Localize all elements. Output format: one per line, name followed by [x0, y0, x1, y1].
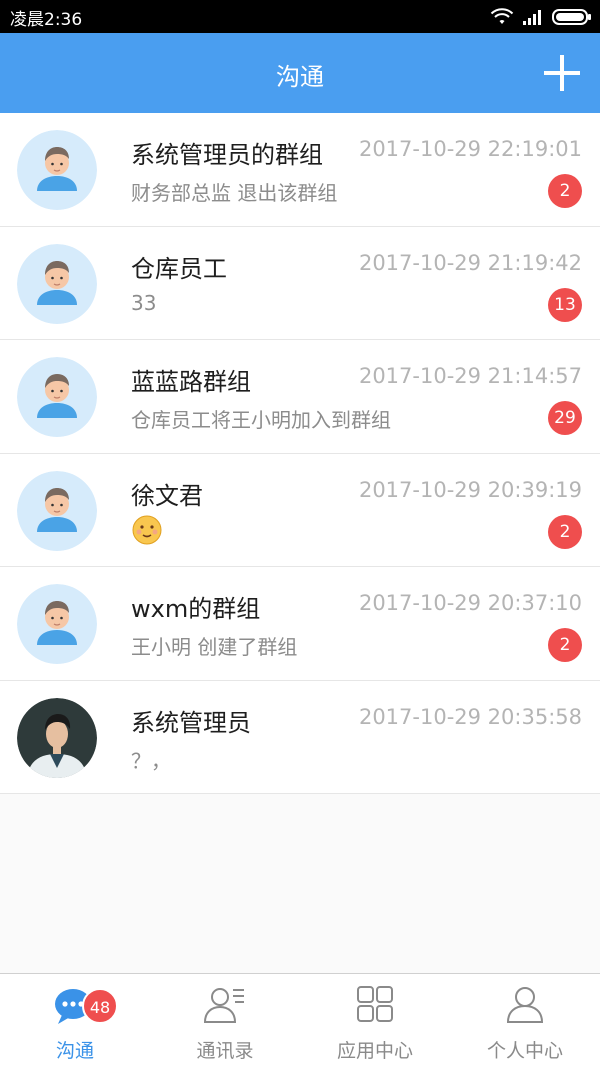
tab-chat[interactable]: 48 沟通 — [0, 974, 150, 1067]
avatar — [17, 584, 97, 664]
conversation-item[interactable]: wxm的群组 2017-10-29 20:37:10 王小明 创建了群组 2 — [0, 567, 600, 681]
signal-icon — [523, 10, 541, 25]
conversation-time: 2017-10-29 21:19:42 — [358, 250, 582, 275]
unread-badge: 2 — [548, 174, 582, 208]
add-button[interactable] — [542, 53, 582, 93]
conversation-time: 2017-10-29 20:39:19 — [358, 477, 582, 502]
conversation-name: 系统管理员 — [131, 708, 251, 737]
tab-contacts[interactable]: 通讯录 — [150, 974, 300, 1067]
conversation-preview: 王小明 创建了群组 — [131, 635, 298, 659]
emoji-icon — [132, 515, 162, 544]
tab-bar: 48 沟通 通讯录 应用中心 个人中心 — [0, 973, 600, 1067]
tab-profile[interactable]: 个人中心 — [450, 974, 600, 1067]
conversation-preview: 财务部总监 退出该群组 — [131, 181, 338, 205]
unread-badge: 2 — [548, 628, 582, 662]
avatar — [17, 243, 97, 324]
plus-icon — [544, 55, 580, 91]
unread-badge: 13 — [548, 287, 582, 322]
avatar — [17, 130, 97, 210]
profile-icon — [506, 987, 544, 1023]
avatar — [17, 470, 97, 551]
conversation-name: 蓝蓝路群组 — [131, 368, 251, 396]
unread-badge: 29 — [548, 401, 582, 435]
page-title: 沟通 — [276, 63, 324, 91]
battery-icon — [552, 9, 591, 25]
tab-label: 通讯录 — [196, 1040, 254, 1062]
wifi-icon — [490, 8, 514, 24]
tab-apps[interactable]: 应用中心 — [300, 974, 450, 1067]
conversation-preview: 33 — [131, 290, 157, 315]
conversation-name: 系统管理员的群组 — [131, 141, 323, 169]
conversation-time: 2017-10-29 22:19:01 — [358, 137, 582, 161]
avatar — [17, 697, 97, 778]
tab-badge: 48 — [82, 988, 118, 1024]
conversation-item[interactable]: 仓库员工 2017-10-29 21:19:42 33 13 — [0, 226, 600, 340]
status-bar: 凌晨2:36 — [0, 0, 600, 33]
conversation-time: 2017-10-29 20:35:58 — [358, 704, 582, 729]
conversation-item[interactable]: 蓝蓝路群组 2017-10-29 21:14:57 仓库员工将王小明加入到群组 29 — [0, 340, 600, 454]
apps-grid-icon — [357, 986, 393, 1022]
conversation-name: 徐文君 — [131, 481, 203, 510]
app-header: 沟通 — [0, 33, 600, 113]
conversation-item[interactable]: 系统管理员 2017-10-29 20:35:58 ？， — [0, 680, 600, 794]
unread-badge: 2 — [548, 514, 582, 549]
conversation-preview: ？， — [131, 748, 171, 773]
conversation-item[interactable]: 系统管理员的群组 2017-10-29 22:19:01 财务部总监 退出该群组 2 — [0, 113, 600, 227]
avatar — [17, 357, 97, 437]
tab-label: 应用中心 — [336, 1040, 413, 1062]
status-icons — [490, 6, 592, 28]
conversation-name: 仓库员工 — [131, 254, 227, 283]
conversation-name: wxm的群组 — [131, 595, 261, 623]
conversation-list: 系统管理员的群组 2017-10-29 22:19:01 财务部总监 退出该群组 2 仓… — [0, 113, 600, 794]
contacts-icon — [203, 988, 244, 1023]
tab-label: 沟通 — [55, 1040, 94, 1062]
conversation-time: 2017-10-29 20:37:10 — [358, 591, 582, 615]
conversation-time: 2017-10-29 21:14:57 — [358, 364, 582, 388]
conversation-preview: 仓库员工将王小明加入到群组 — [131, 408, 391, 432]
tab-label: 个人中心 — [486, 1040, 563, 1062]
conversation-item[interactable]: 徐文君 2017-10-29 20:39:19 2 — [0, 453, 600, 567]
status-time: 凌晨2:36 — [10, 10, 83, 30]
